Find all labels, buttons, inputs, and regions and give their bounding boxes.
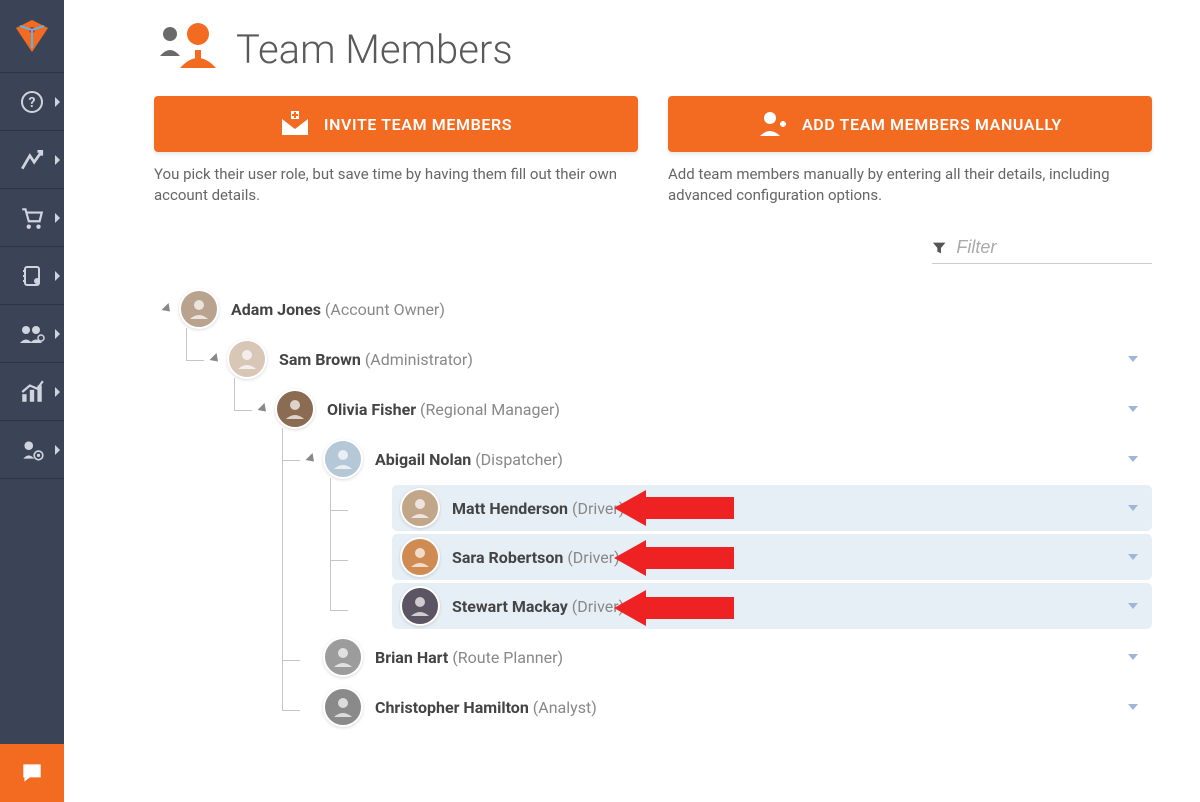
expand-toggle[interactable] [161, 303, 173, 315]
add-button-label: ADD TEAM MEMBERS MANUALLY [802, 115, 1062, 134]
member-name: Christopher Hamilton (Analyst) [375, 698, 597, 717]
chat-button[interactable] [0, 744, 64, 802]
avatar [227, 339, 267, 379]
team-member-row[interactable]: Sam Brown (Administrator) [154, 334, 1152, 384]
member-name: Sam Brown (Administrator) [279, 350, 473, 369]
filter-input[interactable] [954, 236, 1152, 259]
row-menu-caret[interactable] [1128, 554, 1138, 560]
member-name: Matt Henderson (Driver) [452, 499, 624, 518]
team-member-row[interactable]: Matt Henderson (Driver) [392, 485, 1152, 531]
expand-toggle[interactable] [305, 453, 317, 465]
filter-box [932, 236, 1152, 264]
filter-icon [932, 240, 946, 256]
invite-team-members-button[interactable]: INVITE TEAM MEMBERS [154, 96, 638, 152]
team-member-row[interactable]: Christopher Hamilton (Analyst) [154, 682, 1152, 732]
row-menu-caret[interactable] [1128, 406, 1138, 412]
nav-route[interactable] [0, 130, 64, 188]
team-member-row[interactable]: Olivia Fisher (Regional Manager) [154, 384, 1152, 434]
team-member-row[interactable]: Stewart Mackay (Driver) [392, 583, 1152, 629]
add-team-members-button[interactable]: ADD TEAM MEMBERS MANUALLY [668, 96, 1152, 152]
invite-description: You pick their user role, but save time … [154, 164, 638, 206]
team-members-icon [154, 22, 222, 76]
page-title: Team Members [236, 26, 513, 73]
avatar [323, 637, 363, 677]
avatar [323, 439, 363, 479]
nav-address-book[interactable] [0, 246, 64, 304]
expand-toggle[interactable] [209, 353, 221, 365]
app-logo [0, 0, 64, 72]
avatar [400, 586, 440, 626]
member-name: Sara Robertson (Driver) [452, 548, 620, 567]
team-member-row[interactable]: Adam Jones (Account Owner) [154, 284, 1152, 334]
avatar [323, 687, 363, 727]
add-description: Add team members manually by entering al… [668, 164, 1152, 206]
row-menu-caret[interactable] [1128, 456, 1138, 462]
avatar [400, 537, 440, 577]
row-menu-caret[interactable] [1128, 603, 1138, 609]
row-menu-caret[interactable] [1128, 356, 1138, 362]
team-tree: Adam Jones (Account Owner) Sam Brown (Adm… [154, 284, 1152, 732]
member-name: Olivia Fisher (Regional Manager) [327, 400, 560, 419]
avatar [400, 488, 440, 528]
main-content: Team Members INVITE TEAM MEMBERS You pic… [64, 0, 1200, 802]
svg-text:?: ? [29, 95, 36, 111]
member-name: Stewart Mackay (Driver) [452, 597, 624, 616]
team-member-row[interactable]: Sara Robertson (Driver) [392, 534, 1152, 580]
sidebar: ? [0, 0, 64, 802]
member-name: Brian Hart (Route Planner) [375, 648, 563, 667]
row-menu-caret[interactable] [1128, 654, 1138, 660]
avatar [275, 389, 315, 429]
nav-team[interactable] [0, 304, 64, 362]
row-menu-caret[interactable] [1128, 704, 1138, 710]
nav-help[interactable]: ? [0, 72, 64, 130]
nav-analytics[interactable] [0, 362, 64, 420]
expand-toggle[interactable] [257, 403, 269, 415]
nav-settings[interactable] [0, 420, 64, 478]
invite-button-label: INVITE TEAM MEMBERS [324, 115, 512, 134]
team-member-row[interactable]: Brian Hart (Route Planner) [154, 632, 1152, 682]
row-menu-caret[interactable] [1128, 505, 1138, 511]
nav-orders[interactable] [0, 188, 64, 246]
team-member-row[interactable]: Abigail Nolan (Dispatcher) [154, 434, 1152, 484]
member-name: Abigail Nolan (Dispatcher) [375, 450, 563, 469]
member-name: Adam Jones (Account Owner) [231, 300, 445, 319]
avatar [179, 289, 219, 329]
